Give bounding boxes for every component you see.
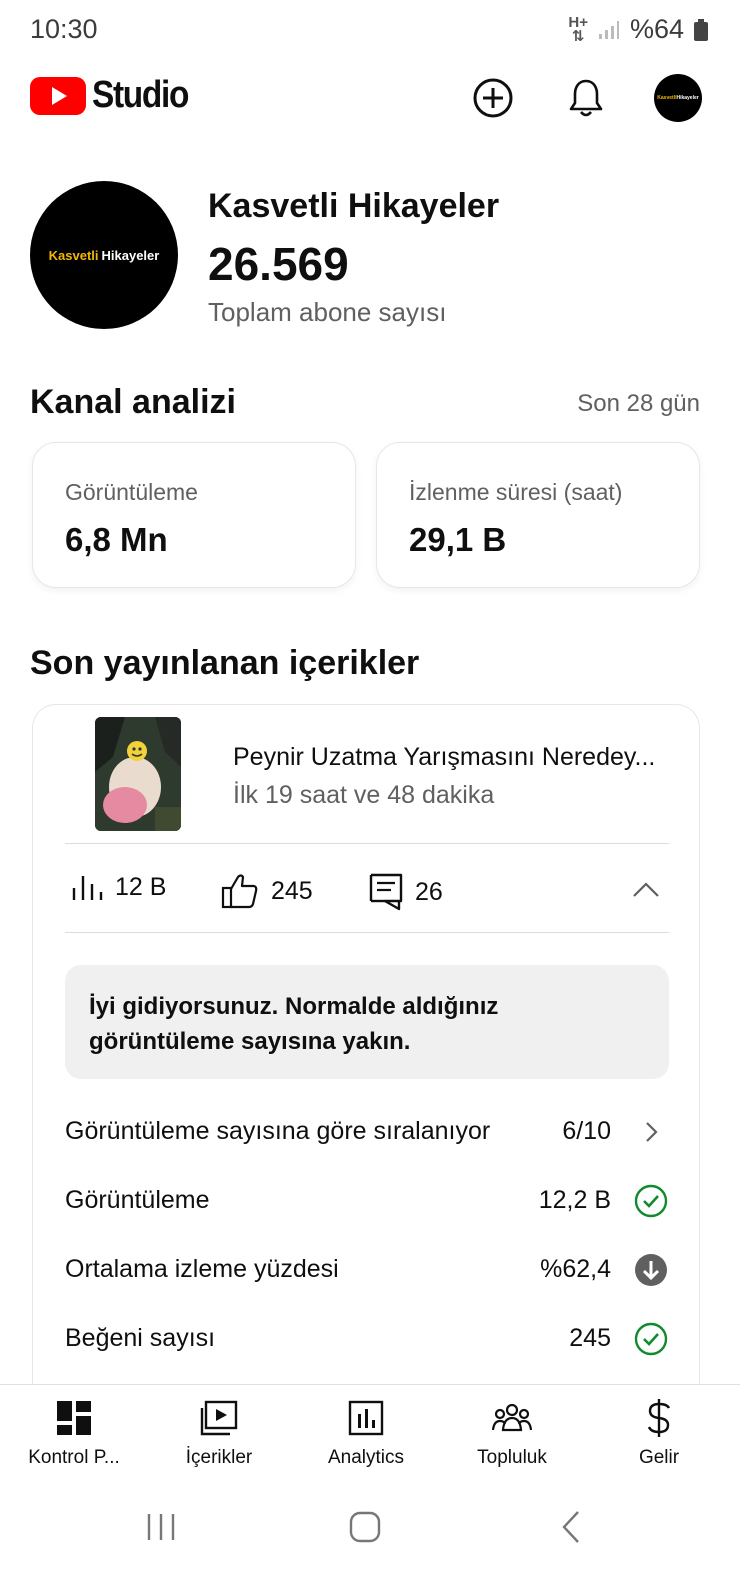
video-age: İlk 19 saat ve 48 dakika	[233, 781, 495, 809]
video-thumbnail[interactable]	[95, 717, 181, 831]
channel-avatar[interactable]: Kasvetli Hikayeler	[30, 181, 178, 329]
views-card[interactable]: Görüntüleme 6,8 Mn	[32, 442, 356, 588]
account-avatar[interactable]: Kasvetli Hikayeler	[654, 74, 702, 122]
views-metric: 12 B	[71, 873, 166, 902]
logo-text: Studio	[92, 74, 189, 116]
nav-dashboard[interactable]: Kontrol P...	[4, 1397, 144, 1475]
nav-label: Kontrol P...	[28, 1447, 120, 1468]
stat-label: Görüntüleme	[65, 479, 198, 505]
bar-chart-icon	[72, 875, 103, 900]
likes-metric: 245	[221, 873, 313, 909]
detail-label: Beğeni sayısı	[65, 1324, 216, 1352]
chevron-right-icon	[633, 1114, 669, 1150]
video-title[interactable]: Peynir Uzatma Yarışmasını Neredey...	[233, 743, 673, 772]
likes-row: Beğeni sayısı 245	[65, 1318, 669, 1358]
status-icons: H+ ⇅ %64	[568, 14, 708, 45]
stat-label: İzlenme süresi (saat)	[409, 479, 623, 505]
detail-label: Ortalama izleme yüzdesi	[65, 1255, 339, 1283]
recents-icon	[147, 1514, 175, 1540]
arrow-down-circle-icon	[633, 1252, 669, 1288]
home-icon	[349, 1511, 381, 1543]
check-circle-icon	[633, 1183, 669, 1219]
analytics-icon	[296, 1397, 436, 1439]
comments-metric: 26	[369, 873, 443, 911]
add-circle-icon	[473, 78, 513, 118]
nav-community[interactable]: Topluluk	[442, 1397, 582, 1475]
watch-time-card[interactable]: İzlenme süresi (saat) 29,1 B	[376, 442, 700, 588]
bell-icon	[569, 79, 603, 117]
thumbs-up-icon	[221, 874, 258, 909]
studio-logo[interactable]: Studio	[30, 74, 201, 117]
battery-percent: %64	[629, 14, 684, 44]
nav-earn[interactable]: Gelir	[589, 1397, 729, 1475]
recents-button[interactable]	[131, 1502, 191, 1552]
back-icon	[562, 1511, 579, 1543]
divider	[65, 932, 669, 933]
rank-row[interactable]: Görüntüleme sayısına göre sıralanıyor 6/…	[65, 1111, 669, 1151]
nav-content[interactable]: İçerikler	[149, 1397, 289, 1475]
channel-name: Kasvetli Hikayeler	[208, 187, 500, 225]
detail-value: %62,4	[540, 1255, 611, 1283]
home-button[interactable]	[335, 1502, 395, 1552]
app-header: Studio Kasvetli Hikayeler	[0, 62, 740, 134]
status-time: 10:30	[30, 14, 98, 44]
notifications-button[interactable]	[562, 74, 610, 122]
back-button[interactable]	[541, 1502, 601, 1552]
status-bar: 10:30 H+ ⇅ %64	[0, 0, 740, 62]
collapse-button[interactable]	[631, 875, 661, 910]
create-button[interactable]	[469, 74, 517, 122]
system-navigation	[0, 1480, 740, 1586]
chevron-up-icon	[633, 882, 659, 897]
detail-label: Görüntüleme	[65, 1186, 210, 1214]
youtube-play-icon	[30, 76, 86, 115]
signal-icon	[598, 20, 619, 39]
channel-summary: Kasvetli Hikayeler Kasvetli Hikayeler 26.…	[30, 181, 710, 331]
check-circle-icon	[633, 1321, 669, 1357]
analytics-period: Son 28 gün	[577, 390, 700, 417]
comment-icon	[369, 873, 403, 911]
detail-value: 12,2 B	[538, 1186, 611, 1214]
performance-notice: İyi gidiyorsunuz. Normalde aldığınız gör…	[65, 965, 669, 1079]
bottom-navigation: Kontrol P... İçerikler Analytics Toplulu…	[0, 1384, 740, 1480]
views-value: 12 B	[115, 873, 167, 901]
network-type-icon: H+ ⇅	[568, 13, 588, 45]
content-icon	[149, 1397, 289, 1439]
detail-value: 6/10	[562, 1117, 611, 1145]
recent-content-card: Peynir Uzatma Yarışmasını Neredey... İlk…	[32, 704, 700, 1424]
community-icon	[442, 1397, 582, 1439]
nav-label: İçerikler	[185, 1447, 253, 1468]
comments-value: 26	[415, 877, 443, 906]
dollar-icon	[589, 1397, 729, 1439]
stat-value: 29,1 B	[409, 521, 507, 558]
divider	[65, 843, 669, 844]
likes-value: 245	[271, 876, 313, 905]
avg-view-percent-row: Ortalama izleme yüzdesi %62,4	[65, 1249, 669, 1289]
recent-section-title: Son yayınlanan içerikler	[30, 644, 420, 682]
detail-value: 245	[569, 1324, 611, 1352]
nav-analytics[interactable]: Analytics	[296, 1397, 436, 1475]
nav-label: Topluluk	[477, 1447, 547, 1468]
battery-icon	[694, 18, 708, 41]
nav-label: Analytics	[327, 1447, 405, 1468]
detail-label: Görüntüleme sayısına göre sıralanıyor	[65, 1117, 491, 1145]
subscriber-label: Toplam abone sayısı	[208, 297, 447, 327]
analytics-section-title: Kanal analizi	[30, 383, 236, 421]
nav-label: Gelir	[638, 1447, 680, 1468]
subscriber-count: 26.569	[208, 238, 349, 290]
views-row: Görüntüleme 12,2 B	[65, 1180, 669, 1220]
dashboard-icon	[4, 1397, 144, 1439]
stat-value: 6,8 Mn	[65, 521, 168, 558]
